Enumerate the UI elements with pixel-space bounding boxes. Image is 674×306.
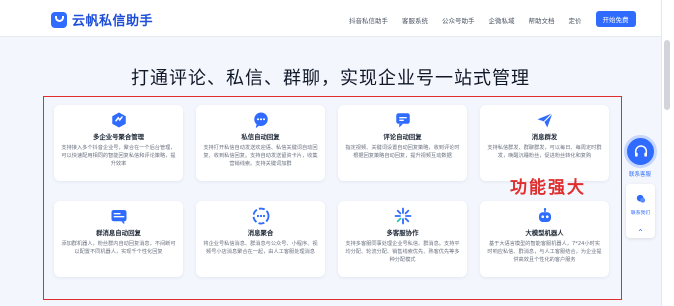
customer-service-button[interactable] [624, 135, 657, 168]
brand-logo[interactable]: 云帆私信助手 [51, 10, 153, 29]
scrollbar-thumb[interactable] [664, 40, 670, 110]
nav-item-douyin-assistant[interactable]: 抖音私信助手 [349, 15, 388, 25]
contact-us-label: 联系我们 [630, 211, 651, 216]
logo-icon [51, 11, 67, 28]
start-free-button[interactable]: 开始免费 [595, 11, 636, 27]
top-navigation-bar: 云帆私信助手 抖音私信助手 客服系统 公众号助手 企微私域 帮助文档 定价 开始… [0, 0, 661, 37]
floating-contact-bar: 联系客服 联系我们 ⌃ [620, 135, 660, 238]
chevron-up-icon[interactable]: ⌃ [626, 228, 655, 237]
customer-service-label: 联系客服 [628, 172, 651, 178]
nav-item-service-system[interactable]: 客服系统 [402, 15, 428, 25]
wechat-icon[interactable] [636, 194, 646, 204]
nav-item-wecom-private[interactable]: 企微私域 [489, 15, 515, 25]
section-headline: 打通评论、私信、群聊，实现企业号一站式管理 [131, 68, 530, 89]
nav-item-official-account[interactable]: 公众号助手 [442, 15, 475, 25]
side-panel: 联系我们 ⌃ [626, 184, 655, 238]
page-background: 云帆私信助手 抖音私信助手 客服系统 公众号助手 企微私域 帮助文档 定价 开始… [0, 0, 661, 306]
annotation-label: 功能强大 [510, 178, 586, 198]
main-nav: 抖音私信助手 客服系统 公众号助手 企微私域 帮助文档 定价 开始免费 [349, 11, 636, 27]
nav-item-help-docs[interactable]: 帮助文档 [529, 15, 555, 25]
highlight-frame [43, 96, 622, 300]
brand-name: 云帆私信助手 [72, 14, 154, 29]
nav-item-pricing[interactable]: 定价 [569, 15, 582, 25]
headset-icon [634, 144, 647, 157]
